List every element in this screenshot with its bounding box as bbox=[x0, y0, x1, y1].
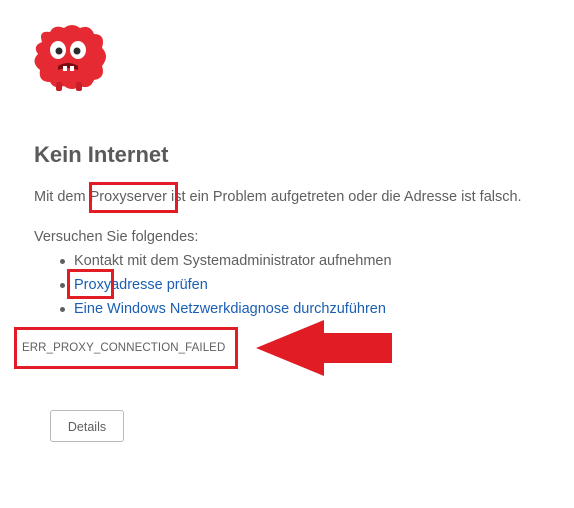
check-proxy-address-link[interactable]: Proxyadresse prüfen bbox=[74, 277, 208, 293]
red-monster-icon bbox=[34, 25, 106, 91]
list-item: Proxyadresse prüfen bbox=[58, 276, 392, 300]
details-button[interactable]: Details bbox=[50, 410, 124, 442]
left-arrow-icon bbox=[256, 320, 392, 376]
error-code: ERR_PROXY_CONNECTION_FAILED bbox=[22, 342, 226, 354]
network-diagnostics-link[interactable]: Eine Windows Netzwerkdiagnose durchzufüh… bbox=[74, 301, 386, 317]
suggestions-list: Kontakt mit dem Systemadministrator aufn… bbox=[58, 252, 392, 324]
message-suffix: ist ein Problem aufgetreten oder die Adr… bbox=[166, 189, 522, 205]
error-message: Mit dem Proxyserver ist ein Problem aufg… bbox=[34, 189, 522, 205]
message-prefix: Mit dem bbox=[34, 189, 90, 205]
page-title: Kein Internet bbox=[34, 142, 169, 167]
suggestion-contact-admin: Kontakt mit dem Systemadministrator aufn… bbox=[74, 253, 392, 269]
link-proxy-rest: adresse prüfen bbox=[111, 277, 208, 293]
suggestions-heading: Versuchen Sie folgendes: bbox=[34, 229, 199, 245]
link-proxy-term: Proxy bbox=[74, 277, 112, 293]
error-page: Kein Internet Mit dem Proxyserver ist ei… bbox=[0, 0, 574, 508]
list-item: Kontakt mit dem Systemadministrator aufn… bbox=[58, 252, 392, 276]
message-proxyserver-term: Proxyserver bbox=[89, 189, 167, 205]
